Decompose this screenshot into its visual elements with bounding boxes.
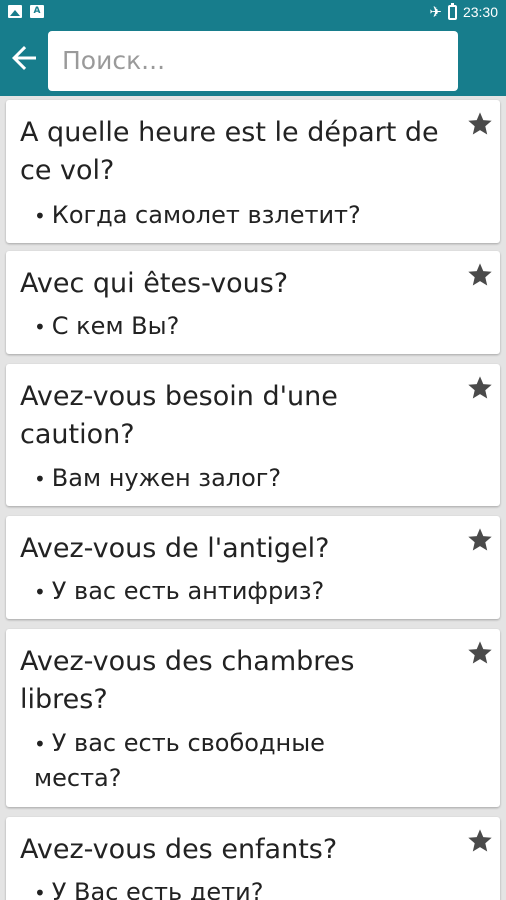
status-bar: A ✈ 23:30 — [0, 0, 506, 24]
image-icon — [8, 5, 22, 18]
phrase-french: Avez-vous de l'antigel? — [20, 533, 330, 564]
search-input[interactable] — [48, 31, 458, 91]
star-icon[interactable] — [466, 639, 494, 667]
phrase-card[interactable]: Avec qui êtes-vous? • С кем Вы? — [6, 251, 500, 354]
phrase-french: Avez-vous des enfants? — [20, 834, 338, 865]
phrase-list: A quelle heure est le départ de ce vol? … — [0, 96, 506, 900]
bullet: • — [34, 732, 46, 756]
phrase-russian: • У Вас есть дети? — [34, 875, 464, 900]
bullet: • — [34, 204, 46, 228]
star-icon[interactable] — [466, 110, 494, 138]
a-icon: A — [30, 5, 44, 18]
phrase-russian-text: С кем Вы? — [51, 312, 180, 340]
phrase-card[interactable]: A quelle heure est le départ de ce vol? … — [6, 100, 500, 243]
phrase-russian: • С кем Вы? — [34, 309, 464, 344]
phrase-french: Avez-vous des chambres libres? — [20, 646, 355, 715]
phrase-card[interactable]: Avez-vous des chambres libres? • У вас ес… — [6, 629, 500, 807]
phrase-french: Avec qui êtes-vous? — [20, 268, 289, 299]
phrase-russian-text: У вас есть свободные места? — [34, 729, 325, 792]
phrase-russian: • Когда самолет взлетит? — [34, 198, 464, 233]
phrase-card[interactable]: Avez-vous de l'antigel? • У вас есть анти… — [6, 516, 500, 619]
phrase-french: Avez-vous besoin d'une caution? — [20, 381, 338, 450]
phrase-russian-text: У Вас есть дети? — [51, 878, 264, 900]
phrase-russian: • У вас есть свободные места? — [34, 726, 384, 795]
phrase-french: A quelle heure est le départ de ce vol? — [20, 117, 439, 186]
phrase-russian-text: У вас есть антифриз? — [51, 577, 325, 605]
phrase-russian: • У вас есть антифриз? — [34, 574, 464, 609]
star-icon[interactable] — [466, 827, 494, 855]
phrase-russian-text: Вам нужен залог? — [51, 464, 282, 492]
phrase-card[interactable]: Avez-vous besoin d'une caution? • Вам нуж… — [6, 364, 500, 506]
star-icon[interactable] — [466, 374, 494, 402]
airplane-icon: ✈ — [429, 3, 442, 21]
battery-icon — [447, 2, 457, 20]
bullet: • — [34, 881, 46, 900]
star-icon[interactable] — [466, 261, 494, 289]
app-bar — [0, 24, 506, 96]
status-time: 23:30 — [462, 4, 498, 20]
bullet: • — [34, 580, 46, 604]
bullet: • — [34, 467, 46, 491]
phrase-russian: • Вам нужен залог? — [34, 461, 464, 496]
arrow-left-icon[interactable] — [6, 40, 42, 76]
phrase-card[interactable]: Avez-vous des enfants? • У Вас есть дети? — [6, 817, 500, 900]
star-icon[interactable] — [466, 526, 494, 554]
bullet: • — [34, 315, 46, 339]
phrase-russian-text: Когда самолет взлетит? — [51, 201, 361, 229]
